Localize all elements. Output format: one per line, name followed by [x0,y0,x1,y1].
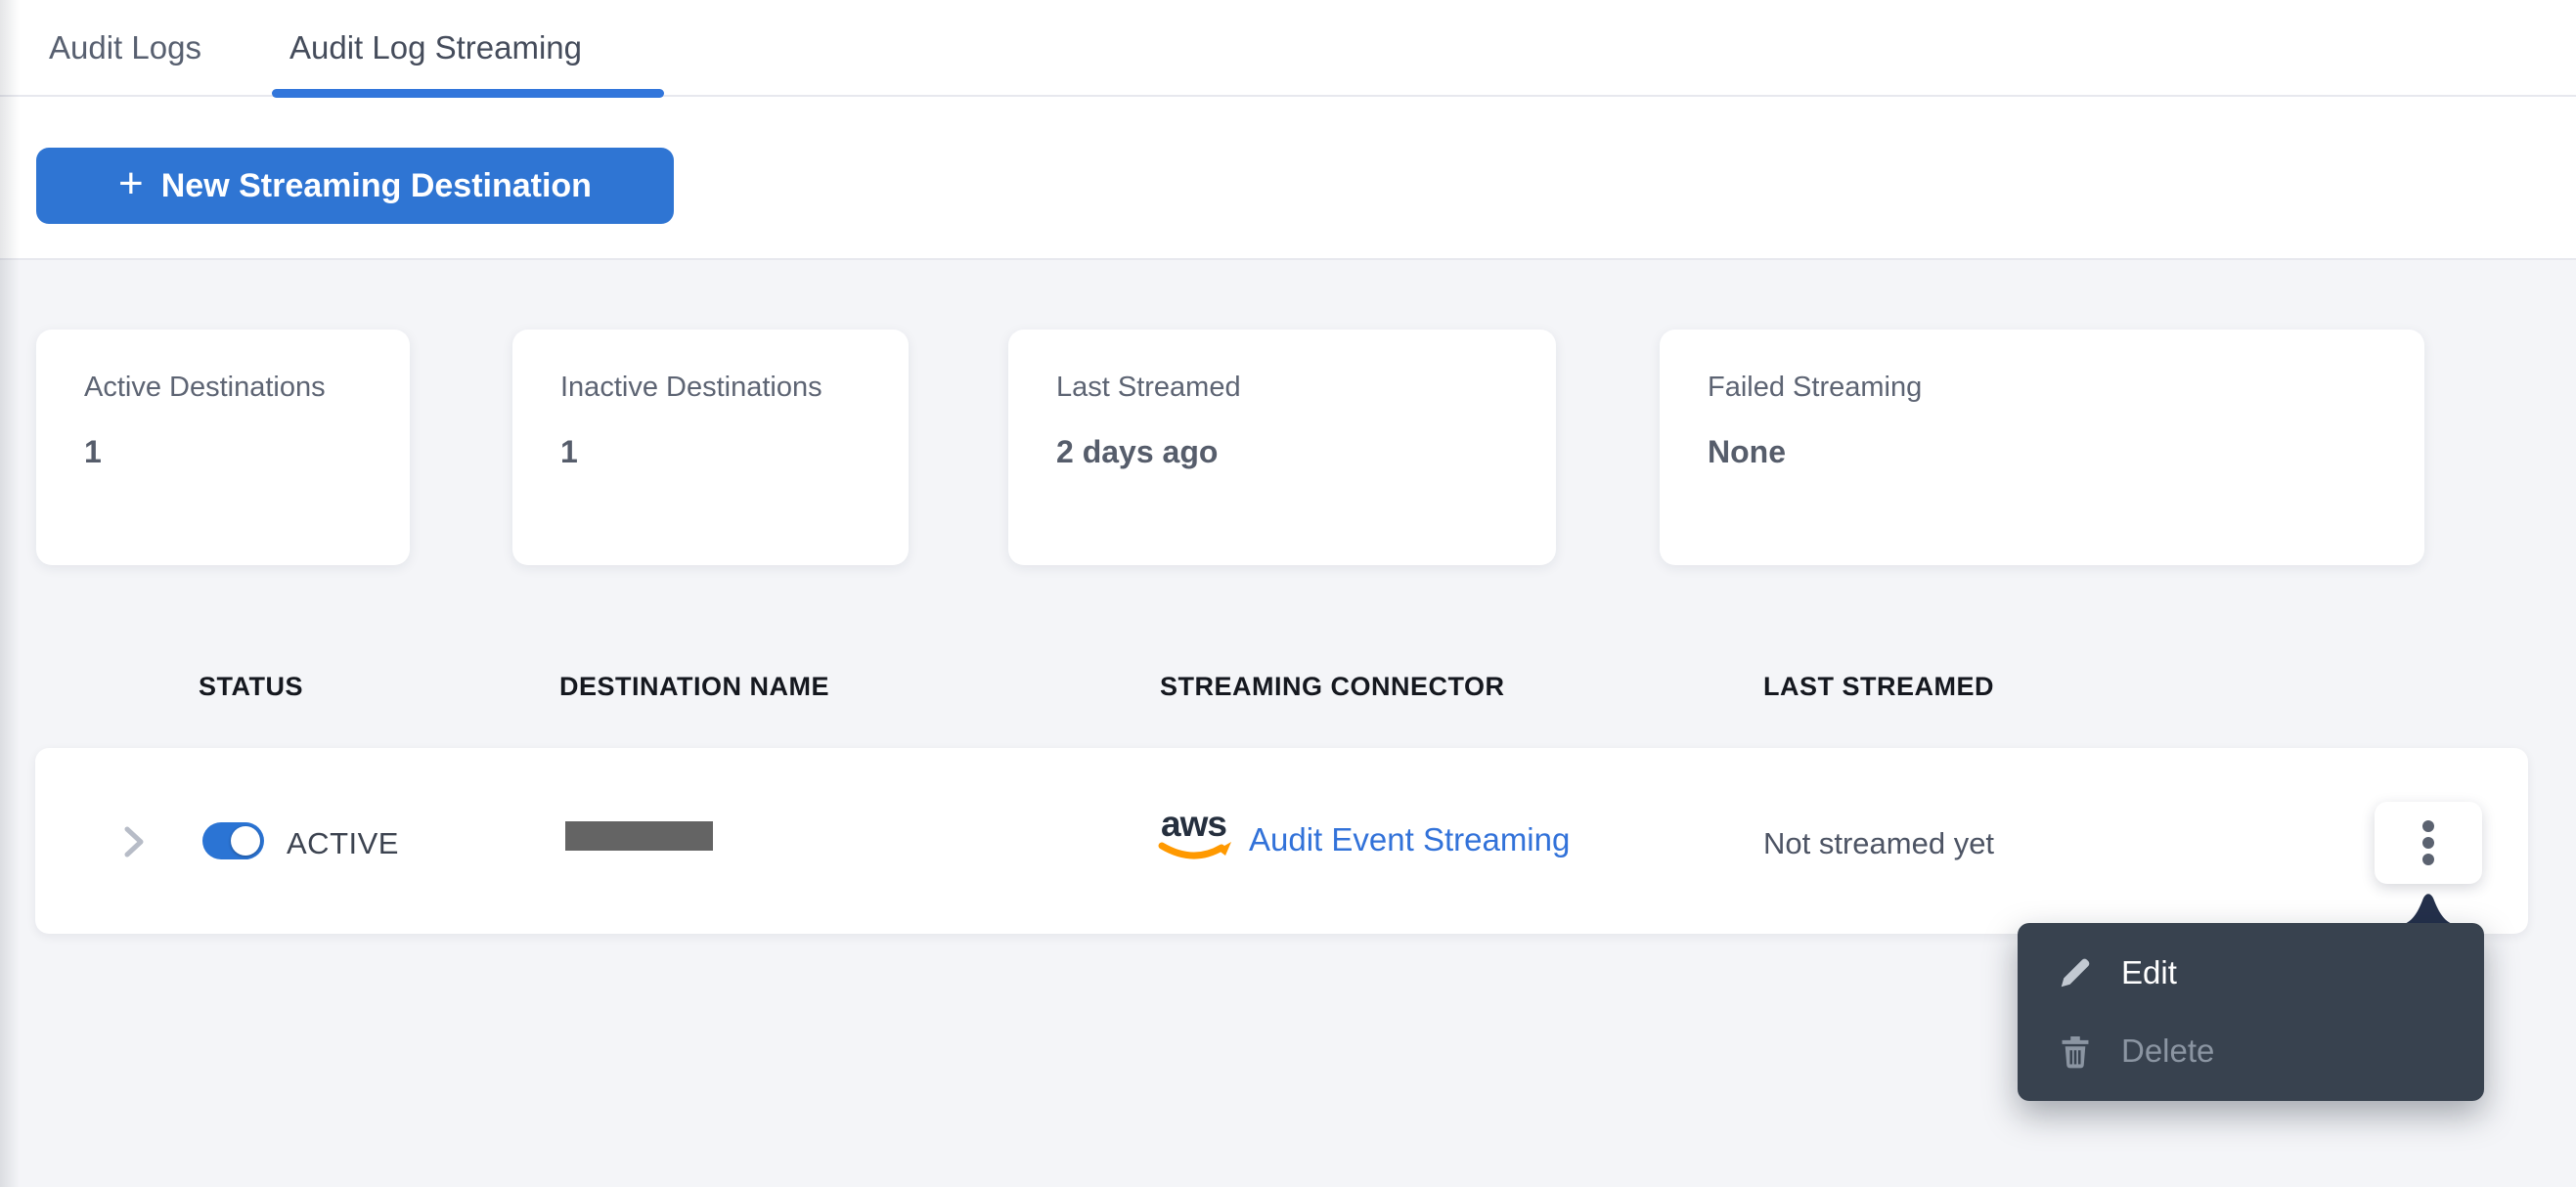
connector-link[interactable]: Audit Event Streaming [1249,821,1570,858]
row-actions-menu: Edit Delete [2018,923,2484,1101]
tab-bar: Audit Logs Audit Log Streaming [0,0,2576,98]
active-tab-underline [272,89,664,98]
status-badge: ACTIVE [287,826,399,860]
stat-card-inactive-destinations: Inactive Destinations 1 [512,330,909,565]
stat-card-failed-streaming: Failed Streaming None [1660,330,2424,565]
new-streaming-destination-button[interactable]: + New Streaming Destination [36,148,674,224]
menu-item-edit[interactable]: Edit [2018,934,2484,1012]
plus-icon: + [118,159,144,207]
trash-icon [2062,1035,2089,1069]
tab-audit-log-streaming[interactable]: Audit Log Streaming [289,0,582,95]
stat-value: 1 [84,434,102,469]
menu-item-label: Delete [2121,1033,2215,1069]
column-header-status: STATUS [199,672,303,701]
kebab-menu-icon [2422,820,2434,865]
toggle-knob [231,826,260,856]
stat-label: Active Destinations [84,372,326,403]
row-actions-button[interactable] [2375,802,2482,884]
menu-item-delete: Delete [2018,1012,2484,1090]
stat-value: 2 days ago [1056,434,1219,469]
column-header-destination-name: DESTINATION NAME [559,672,829,701]
stat-card-last-streamed: Last Streamed 2 days ago [1008,330,1556,565]
aws-logo: aws [1158,804,1231,859]
column-header-streaming-connector: STREAMING CONNECTOR [1160,672,1505,701]
pencil-icon [2061,958,2090,988]
tab-audit-logs[interactable]: Audit Logs [49,0,201,95]
content-area: Active Destinations 1 Inactive Destinati… [0,260,2576,1187]
menu-caret [2397,894,2460,926]
stat-label: Last Streamed [1056,372,1241,403]
destination-name-redacted [565,821,713,851]
last-streamed-value: Not streamed yet [1763,826,1995,860]
table-row: ACTIVE aws Audit Event Streaming Not str… [35,748,2528,934]
action-bar: + New Streaming Destination [0,97,2576,260]
stat-label: Failed Streaming [1708,372,1923,403]
menu-item-label: Edit [2121,954,2177,990]
stat-value: 1 [560,434,578,469]
new-streaming-destination-label: New Streaming Destination [160,166,592,204]
aws-logo-text: aws [1161,804,1226,844]
audit-log-streaming-page: Audit Logs Audit Log Streaming + New Str… [0,0,2576,1187]
stat-card-active-destinations: Active Destinations 1 [36,330,410,565]
expand-row-chevron-icon[interactable] [121,824,149,859]
stat-value: None [1708,434,1786,469]
column-header-last-streamed: LAST STREAMED [1763,672,1994,701]
stat-label: Inactive Destinations [560,372,822,403]
status-toggle[interactable] [202,822,264,859]
